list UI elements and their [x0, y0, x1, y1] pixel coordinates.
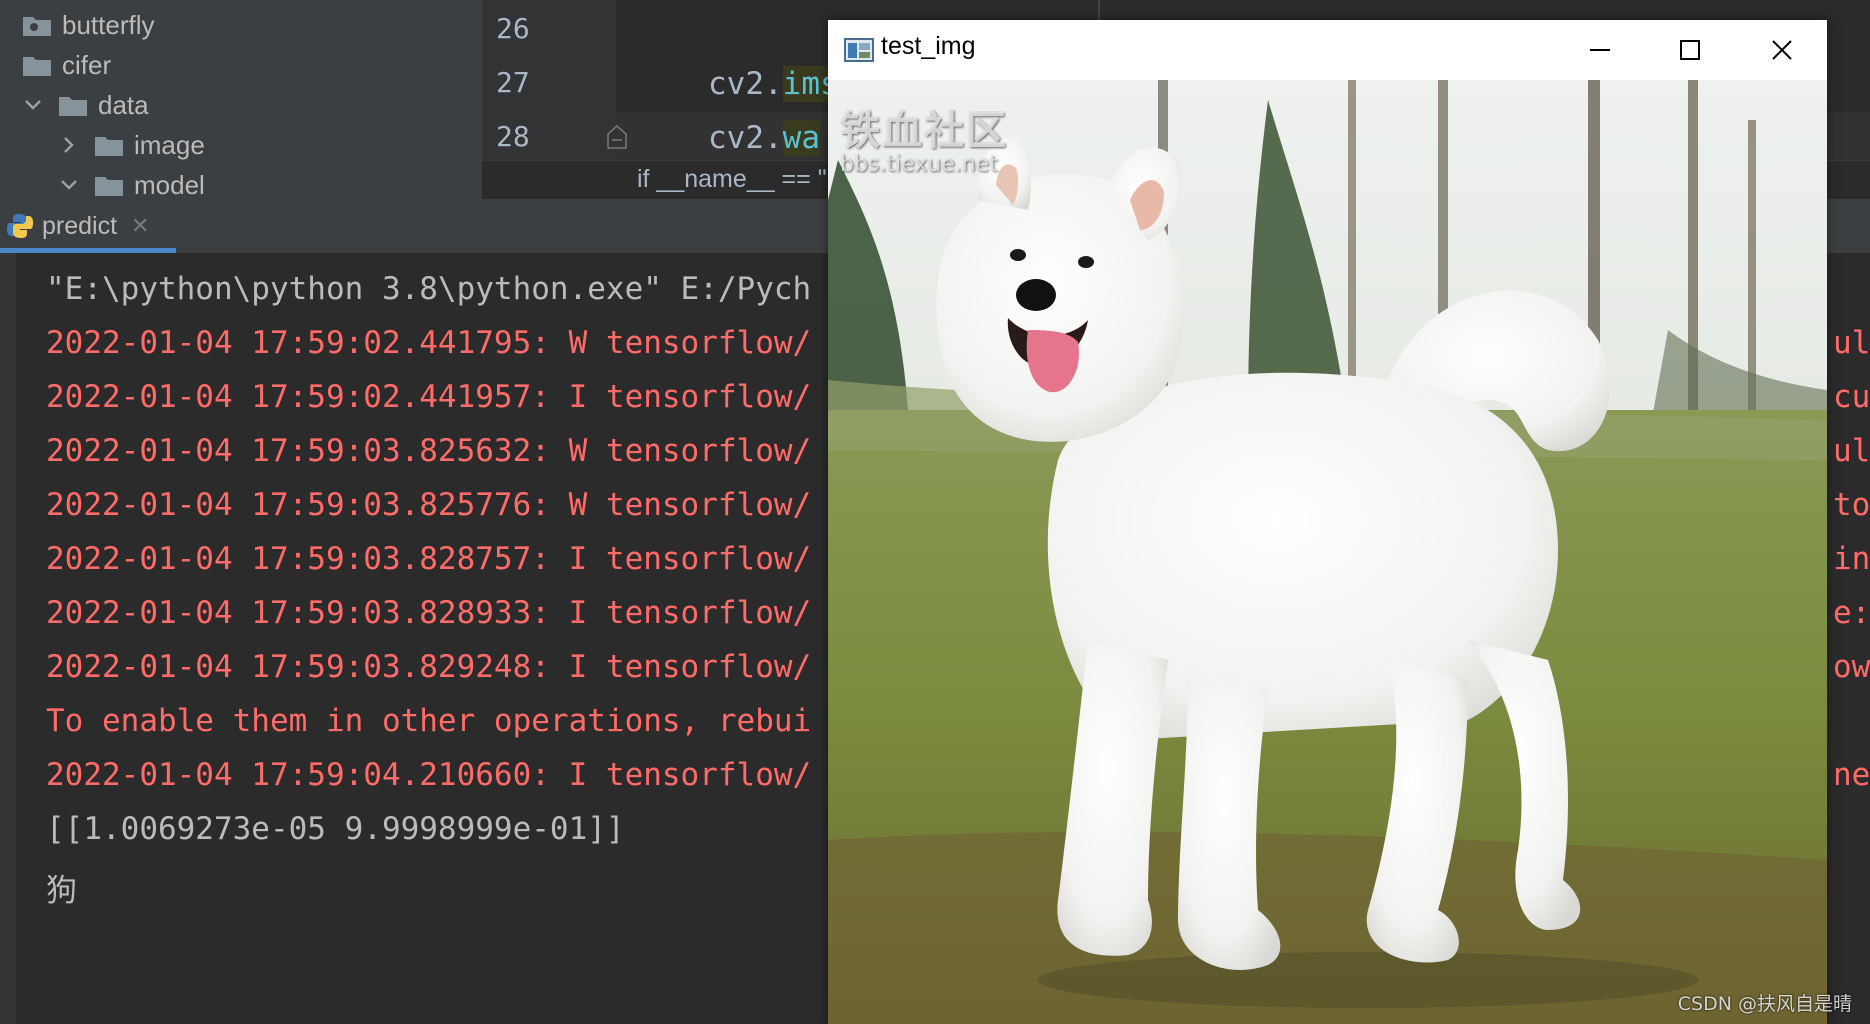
watermark-title: 铁血社区: [840, 108, 1008, 154]
image-window[interactable]: test_img 铁血社区 bbs.tiexue.net: [828, 20, 1827, 1024]
console-line: To enable them in other operations, rebu…: [46, 703, 812, 739]
tree-item-label: cifer: [62, 49, 112, 80]
chevron-down-icon[interactable]: [0, 54, 8, 76]
tree-item-data[interactable]: data: [22, 85, 149, 125]
console-line-fragment: to: [1833, 487, 1870, 523]
folder-icon: [22, 53, 52, 77]
line-gutter: 26 27 28: [482, 0, 616, 160]
dog-photo: 铁血社区 bbs.tiexue.net: [828, 80, 1827, 1024]
console-line: [[1.0069273e-05 9.9998999e-01]]: [46, 811, 625, 847]
console-line-fragment: e:: [1833, 595, 1870, 631]
console-line: 2022-01-04 17:59:03.825632: W tensorflow…: [46, 433, 812, 469]
console-line: 2022-01-04 17:59:03.828933: I tensorflow…: [46, 595, 812, 631]
console-line-fragment: ul: [1833, 325, 1870, 361]
tree-item-label: image: [134, 129, 205, 160]
close-icon[interactable]: ✕: [131, 214, 149, 239]
tree-item-cifer[interactable]: cifer: [0, 45, 111, 85]
line-number: 27: [496, 66, 530, 99]
console-line-fragment: ul: [1833, 433, 1870, 469]
console-line: 2022-01-04 17:59:02.441957: I tensorflow…: [46, 379, 812, 415]
maximize-button[interactable]: [1645, 20, 1735, 80]
code-text: cv2.: [708, 66, 783, 102]
chevron-right-icon[interactable]: [0, 14, 8, 36]
watermark: 铁血社区 bbs.tiexue.net: [840, 98, 1008, 177]
line-number: 28: [496, 120, 530, 153]
folder-icon: [94, 173, 124, 197]
console-line-fragment: cu: [1833, 379, 1870, 415]
fold-marker-icon[interactable]: [606, 124, 628, 150]
chevron-down-icon[interactable]: [58, 174, 80, 196]
breadcrumb[interactable]: if __name__ == ": [637, 165, 827, 194]
folder-icon: [22, 13, 52, 37]
console-line: "E:\python\python 3.8\python.exe" E:/Pyc…: [46, 271, 812, 307]
minimize-icon: [1590, 49, 1610, 51]
console-line: 狗: [46, 873, 77, 909]
console-gutter: [0, 253, 16, 1024]
tab-label: predict: [42, 211, 118, 240]
minimize-button[interactable]: [1555, 20, 1645, 80]
tree-item-butterfly[interactable]: butterfly: [0, 5, 155, 45]
code-text: cv2.: [708, 120, 783, 156]
credit-watermark: CSDN @扶风自是晴: [1677, 993, 1852, 1015]
line-number: 26: [496, 12, 530, 45]
window-app-icon: [844, 38, 874, 62]
console-line-fragment: in: [1833, 541, 1870, 577]
tree-item-label: model: [134, 169, 205, 200]
tree-item-label: butterfly: [62, 9, 155, 40]
chevron-down-icon[interactable]: [22, 94, 44, 116]
chevron-right-icon[interactable]: [58, 134, 80, 156]
console-line: 2022-01-04 17:59:03.825776: W tensorflow…: [46, 487, 812, 523]
samoyed-image: [828, 80, 1827, 1024]
code-line-27[interactable]: cv2.ims: [708, 66, 839, 102]
window-titlebar[interactable]: test_img: [828, 20, 1827, 80]
console-overflow-right: ul cu ul to in e: ow ne: [1827, 253, 1870, 1024]
console-line: 2022-01-04 17:59:02.441795: W tensorflow…: [46, 325, 812, 361]
console-line-fragment: ne: [1833, 757, 1870, 793]
code-line-28[interactable]: cv2.wa: [708, 120, 820, 156]
folder-icon: [58, 93, 88, 117]
close-button[interactable]: [1737, 20, 1827, 80]
code-method: wa: [782, 120, 820, 156]
console-line: 2022-01-04 17:59:03.828757: I tensorflow…: [46, 541, 812, 577]
project-tree: butterfly cifer data image model: [0, 0, 482, 200]
tree-item-label: data: [98, 89, 149, 120]
maximize-icon: [1680, 40, 1700, 60]
close-icon: [1772, 40, 1792, 60]
console-line: 2022-01-04 17:59:04.210660: I tensorflow…: [46, 757, 812, 793]
folder-icon: [94, 133, 124, 157]
tab-predict[interactable]: predict ✕: [0, 199, 176, 253]
console-line-fragment: ow: [1833, 649, 1870, 685]
console-line: 2022-01-04 17:59:03.829248: I tensorflow…: [46, 649, 812, 685]
python-icon: [7, 214, 33, 238]
watermark-url: bbs.tiexue.net: [840, 152, 998, 177]
tree-item-image[interactable]: image: [58, 125, 205, 165]
window-title: test_img: [881, 32, 976, 60]
